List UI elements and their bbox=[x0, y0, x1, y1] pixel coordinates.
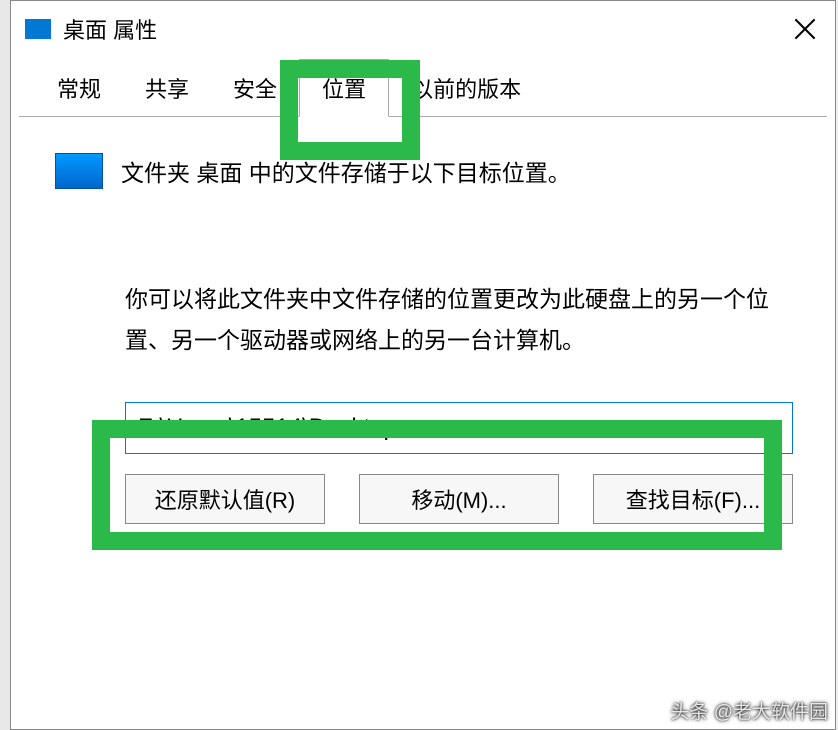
monitor-icon bbox=[55, 153, 103, 189]
description-text: 文件夹 桌面 中的文件存储于以下目标位置。 bbox=[121, 154, 571, 188]
tab-sharing[interactable]: 共享 bbox=[123, 60, 211, 116]
info-text: 你可以将此文件夹中文件存储的位置更改为此硬盘上的另一个位置、另一个驱动器或网络上… bbox=[125, 279, 785, 362]
titlebar: 桌面 属性 bbox=[11, 1, 835, 57]
tab-general[interactable]: 常规 bbox=[35, 60, 123, 116]
watermark-text: 头条 @老大软件园 bbox=[670, 697, 828, 724]
location-path-input[interactable]: F:\Users\15514\Desktop bbox=[125, 402, 793, 454]
tab-location[interactable]: 位置 bbox=[299, 59, 389, 117]
close-icon bbox=[794, 18, 816, 40]
desktop-icon bbox=[25, 19, 51, 39]
button-row: 还原默认值(R) 移动(M)... 查找目标(F)... bbox=[125, 474, 793, 524]
description-row: 文件夹 桌面 中的文件存储于以下目标位置。 bbox=[55, 153, 805, 189]
tab-security[interactable]: 安全 bbox=[211, 60, 299, 116]
tab-strip: 常规 共享 安全 位置 以前的版本 bbox=[19, 57, 827, 117]
tab-content: 文件夹 桌面 中的文件存储于以下目标位置。 你可以将此文件夹中文件存储的位置更改… bbox=[11, 117, 835, 544]
close-button[interactable] bbox=[785, 9, 825, 49]
restore-defaults-button[interactable]: 还原默认值(R) bbox=[125, 474, 325, 524]
window-title: 桌面 属性 bbox=[63, 13, 157, 45]
properties-dialog: 桌面 属性 常规 共享 安全 位置 以前的版本 文件夹 桌面 中的文件存储于以下… bbox=[10, 0, 836, 730]
find-target-button[interactable]: 查找目标(F)... bbox=[593, 474, 793, 524]
tab-previous-versions[interactable]: 以前的版本 bbox=[389, 60, 543, 116]
path-value: F:\Users\15514\Desktop bbox=[138, 414, 397, 442]
move-button[interactable]: 移动(M)... bbox=[359, 474, 559, 524]
background-fragment bbox=[0, 0, 10, 730]
